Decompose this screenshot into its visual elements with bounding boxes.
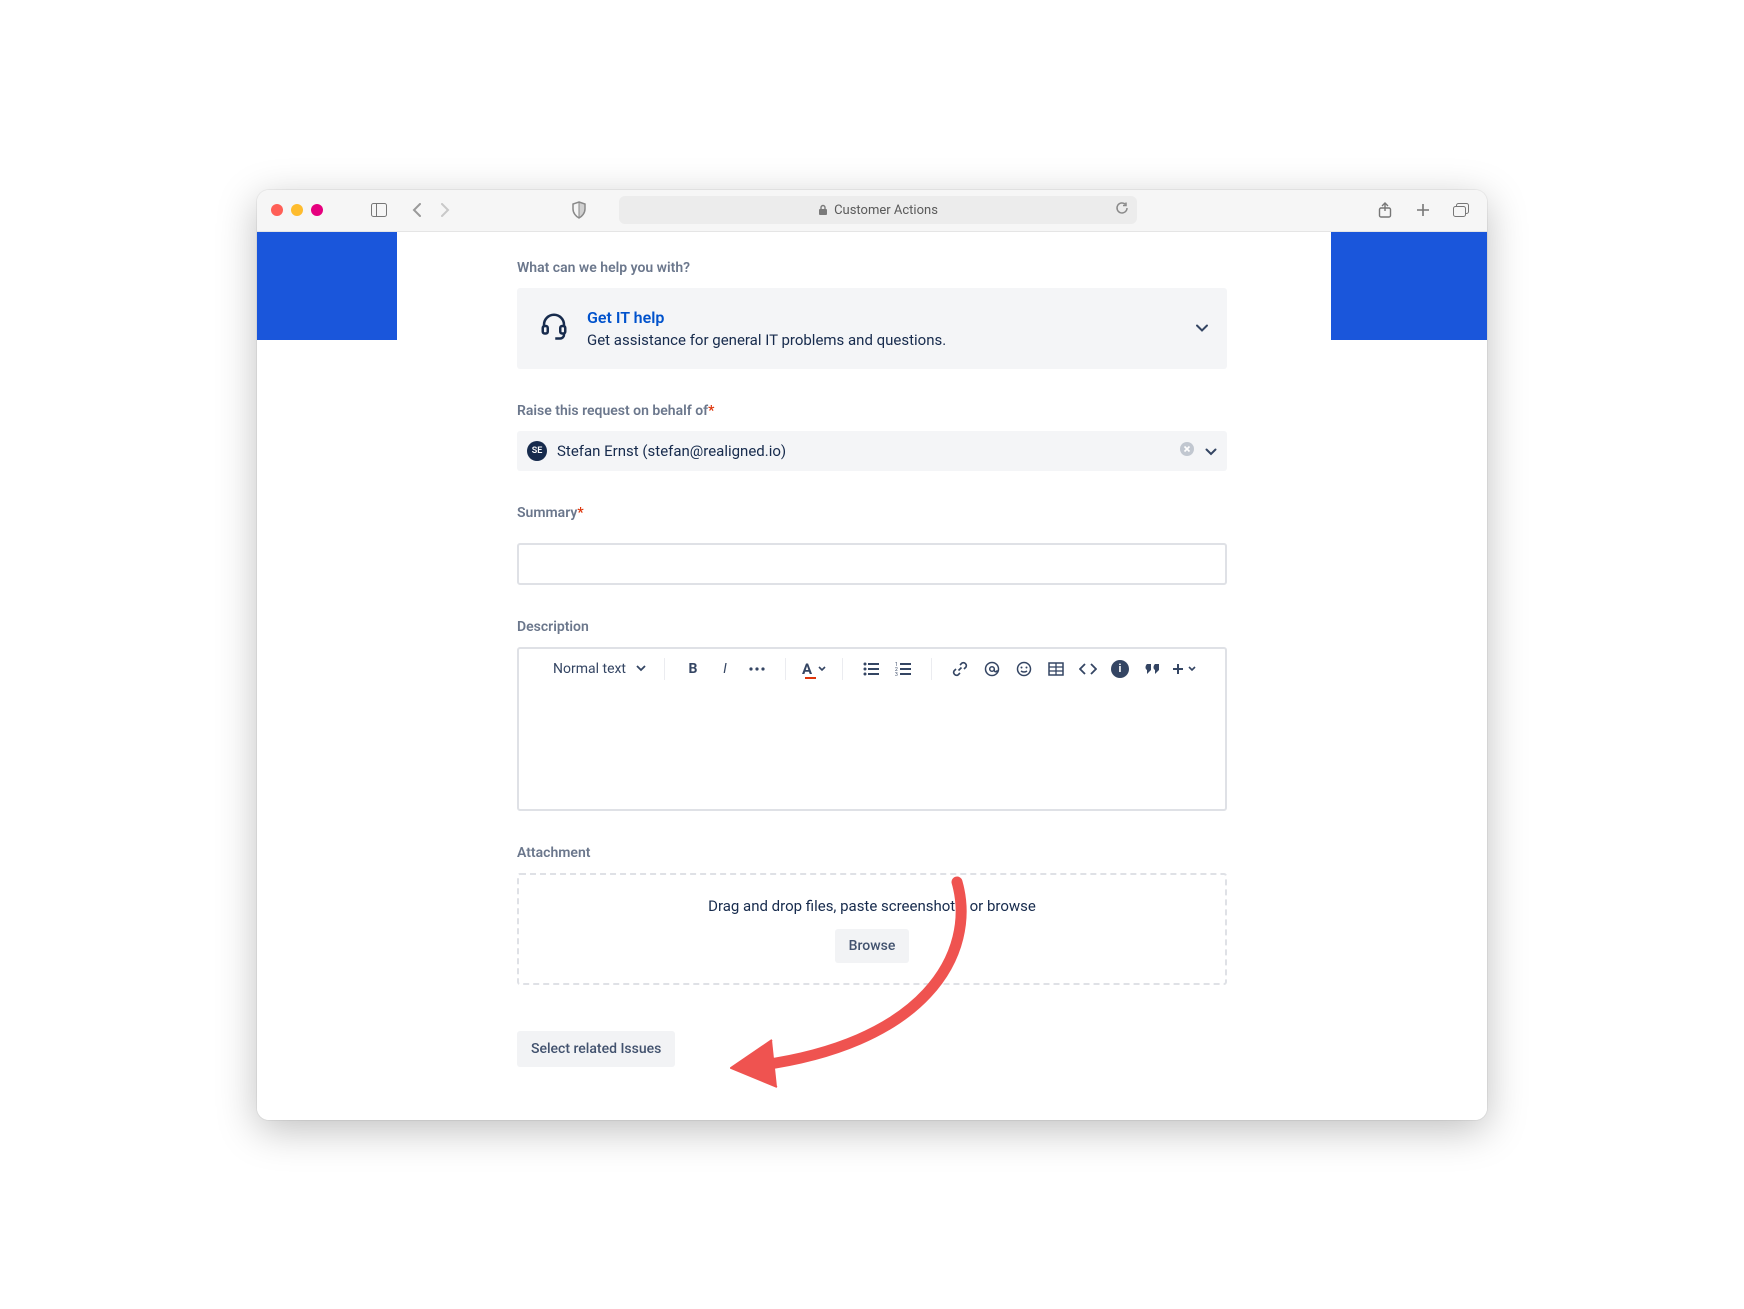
forward-button[interactable]	[433, 198, 457, 222]
reload-icon	[1115, 201, 1129, 215]
table-icon	[1048, 662, 1064, 676]
code-button[interactable]	[1074, 655, 1102, 683]
attachment-dropzone[interactable]: Drag and drop files, paste screenshots, …	[517, 873, 1227, 985]
dots-icon	[749, 667, 765, 671]
bold-button[interactable]: B	[679, 655, 707, 683]
sidebar-icon	[371, 203, 387, 217]
sidebar-toggle-button[interactable]	[367, 198, 391, 222]
at-icon	[984, 661, 1000, 677]
share-button[interactable]	[1373, 198, 1397, 222]
share-icon	[1378, 202, 1392, 218]
page-viewport: What can we help you with? Get IT help G…	[257, 232, 1487, 1120]
back-button[interactable]	[405, 198, 429, 222]
chevron-down-icon	[636, 665, 646, 672]
rich-text-editor: Normal text B I	[517, 647, 1227, 811]
plus-icon	[1172, 663, 1184, 675]
numbered-list-button[interactable]: 123	[889, 655, 917, 683]
lock-icon	[818, 204, 828, 216]
text-color-button[interactable]: A	[800, 655, 828, 683]
behalf-label: Raise this request on behalf of*	[517, 403, 1227, 419]
description-editor-body[interactable]	[519, 689, 1225, 809]
plus-icon	[1416, 203, 1430, 217]
select-related-issues-button[interactable]: Select related Issues	[517, 1031, 675, 1067]
quote-button[interactable]	[1138, 655, 1166, 683]
bullet-list-button[interactable]	[857, 655, 885, 683]
address-bar[interactable]: Customer Actions	[619, 196, 1137, 224]
svg-text:2: 2	[895, 667, 898, 673]
editor-toolbar: Normal text B I	[519, 649, 1225, 689]
request-type-selector[interactable]: Get IT help Get assistance for general I…	[517, 288, 1227, 369]
browser-window: Customer Actions What can we help y	[257, 190, 1487, 1120]
chevron-left-icon	[412, 203, 422, 217]
insert-more-button[interactable]	[1170, 655, 1198, 683]
clear-icon	[1179, 441, 1195, 457]
attachment-label: Attachment	[517, 845, 1227, 861]
headset-icon	[539, 311, 569, 345]
code-icon	[1079, 663, 1097, 675]
browse-button[interactable]: Browse	[835, 929, 910, 963]
italic-button[interactable]: I	[711, 655, 739, 683]
bullet-list-icon	[863, 662, 879, 676]
reload-button[interactable]	[1115, 201, 1129, 219]
attachment-hint: Drag and drop files, paste screenshots, …	[529, 897, 1215, 915]
behalf-user-display: Stefan Ernst (stefan@realigned.io)	[557, 442, 786, 460]
browser-chrome: Customer Actions	[257, 190, 1487, 232]
chevron-right-icon	[440, 203, 450, 217]
info-icon: i	[1111, 660, 1129, 678]
quote-icon	[1144, 663, 1160, 675]
emoji-button[interactable]	[1010, 655, 1038, 683]
summary-label: Summary*	[517, 505, 1227, 521]
zoom-window-button[interactable]	[311, 204, 323, 216]
new-tab-button[interactable]	[1411, 198, 1435, 222]
summary-input[interactable]	[517, 543, 1227, 585]
info-panel-button[interactable]: i	[1106, 655, 1134, 683]
text-style-dropdown[interactable]: Normal text	[547, 655, 652, 683]
behalf-user-select[interactable]: SE Stefan Ernst (stefan@realigned.io)	[517, 431, 1227, 471]
chevron-down-icon	[818, 666, 826, 672]
mention-button[interactable]	[978, 655, 1006, 683]
chevron-down-icon	[1205, 441, 1217, 460]
svg-text:3: 3	[895, 672, 898, 676]
chevron-down-icon	[1188, 666, 1196, 672]
emoji-icon	[1016, 661, 1032, 677]
close-window-button[interactable]	[271, 204, 283, 216]
description-label: Description	[517, 619, 1227, 635]
chevron-down-icon	[1195, 319, 1209, 338]
clear-user-button[interactable]	[1179, 441, 1195, 461]
help-label: What can we help you with?	[517, 260, 1227, 276]
address-title: Customer Actions	[834, 203, 938, 218]
avatar: SE	[527, 441, 547, 461]
link-button[interactable]	[946, 655, 974, 683]
tabs-icon	[1453, 203, 1469, 217]
form-card: What can we help you with? Get IT help G…	[517, 232, 1227, 1067]
link-icon	[952, 661, 968, 677]
svg-text:1: 1	[895, 662, 898, 668]
more-formatting-button[interactable]	[743, 655, 771, 683]
numbered-list-icon: 123	[895, 662, 911, 676]
tabs-button[interactable]	[1449, 198, 1473, 222]
minimize-window-button[interactable]	[291, 204, 303, 216]
table-button[interactable]	[1042, 655, 1070, 683]
shield-icon	[571, 201, 587, 219]
request-type-title: Get IT help	[587, 308, 946, 327]
privacy-report-button[interactable]	[557, 201, 601, 219]
request-type-description: Get assistance for general IT problems a…	[587, 331, 946, 349]
traffic-lights	[271, 204, 323, 216]
